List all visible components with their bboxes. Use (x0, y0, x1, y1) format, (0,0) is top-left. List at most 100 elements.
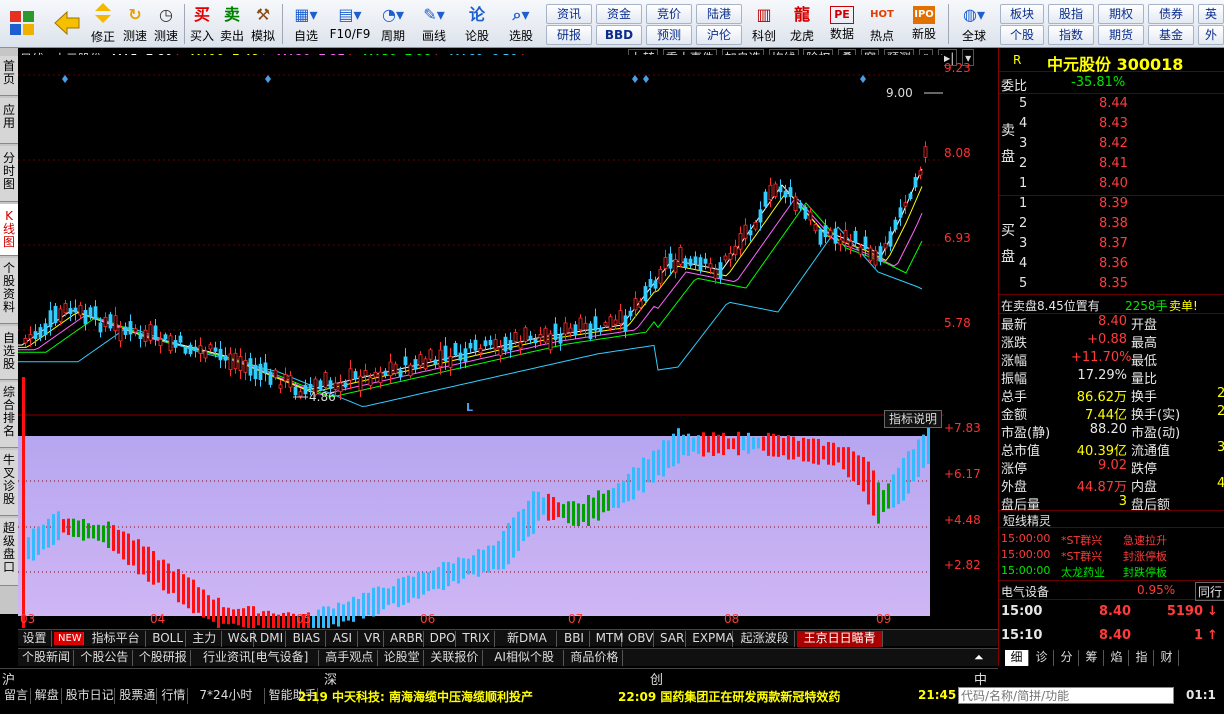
indicator-tab[interactable]: 新DMA (497, 631, 558, 647)
bankuai-button[interactable]: 板块 (1000, 4, 1044, 24)
lugang-button[interactable]: 陆港 (696, 4, 742, 24)
indicator-tab[interactable]: DPO (426, 631, 456, 647)
status-link[interactable]: 留言 (0, 688, 31, 704)
news-ticker[interactable]: 22:09 国药集团正在研发两款新冠特效药 (618, 688, 840, 705)
yanbao-button[interactable]: 研报 (546, 25, 592, 45)
detail-tab[interactable]: 财 (1155, 650, 1179, 666)
clock-button[interactable]: ◷ 测速 (152, 2, 180, 46)
shuju-button[interactable]: PE 数据 (824, 2, 860, 46)
status-link[interactable]: 解盘 (31, 688, 62, 704)
guzhi-button[interactable]: 股指 (1048, 4, 1094, 24)
zixuan-button[interactable]: ▦▾ 自选 (286, 2, 326, 46)
qihuo-button[interactable]: 期货 (1098, 25, 1144, 45)
indicator-tab[interactable]: 指标平台 (86, 631, 147, 647)
tab-super-panel[interactable]: 超级盘口 (0, 518, 18, 586)
kline-chart[interactable]: 9.00 4.86 L (18, 48, 944, 628)
yuce-button[interactable]: 预测 (646, 25, 692, 45)
kechuang-button[interactable]: ▥ 科创 (746, 2, 782, 46)
zijin-button[interactable]: 资金 (596, 4, 642, 24)
cesu-button[interactable]: ↻ 测速 (120, 2, 150, 46)
gegu-button[interactable]: 个股 (1000, 25, 1044, 45)
news-tab[interactable]: 个股公告 (76, 650, 133, 666)
collapse-icon[interactable]: ⏶ (974, 650, 984, 665)
hulun-button[interactable]: 沪伦 (696, 25, 742, 45)
detail-tab[interactable]: 筹 (1080, 650, 1104, 666)
buy-price[interactable]: 8.36 (1099, 256, 1128, 271)
indicator-explain-button[interactable]: 指标说明 (884, 410, 943, 428)
simulate-button[interactable]: ⚒ 模拟 (248, 2, 278, 46)
menu-button[interactable] (2, 2, 42, 46)
sell-price[interactable]: 8.40 (1099, 176, 1128, 191)
indicator-tab[interactable]: EXPMA (688, 631, 734, 647)
news-ticker[interactable]: 2:19 中天科技: 南海海缆中压海缆顺利投产 (298, 688, 533, 705)
wai-button[interactable]: 外 (1198, 25, 1224, 45)
indicator-tab[interactable]: SAR (656, 631, 687, 647)
draw-line-button[interactable]: ✎▾ 画线 (414, 2, 454, 46)
elf-stock[interactable]: *ST群兴 (1061, 548, 1102, 564)
indicator-tab[interactable]: BBI (559, 631, 590, 647)
xiuzheng-button[interactable]: 修正 (88, 2, 118, 46)
f10-button[interactable]: ▤▾ F10/F9 (328, 2, 372, 46)
indicator-tab[interactable]: ASI (328, 631, 358, 647)
xuangu-button[interactable]: ⌕▾ 选股 (500, 2, 542, 46)
detail-tab[interactable]: 分 (1055, 650, 1079, 666)
indicator-tab[interactable]: BOLL (148, 631, 186, 647)
quanqiu-button[interactable]: ◍▾ 全球 (952, 2, 996, 46)
indicator-tab[interactable]: W&R (224, 631, 257, 647)
back-button[interactable] (48, 2, 84, 46)
search-input[interactable] (958, 687, 1174, 704)
jingjia-button[interactable]: 竞价 (646, 4, 692, 24)
detail-tab[interactable]: 诊 (1030, 650, 1054, 666)
status-link[interactable]: 股票通 (115, 688, 158, 704)
ying-button[interactable]: 英 (1198, 4, 1224, 24)
buy-price[interactable]: 8.37 (1099, 236, 1128, 251)
indicator-tab[interactable]: MTM (592, 631, 624, 647)
jijin-button[interactable]: 基金 (1148, 25, 1194, 45)
buy-price[interactable]: 8.39 (1099, 196, 1128, 211)
indicator-tab[interactable]: NEW (54, 632, 85, 645)
news-tab[interactable]: 行业资讯[电气设备] (193, 650, 320, 666)
news-tab[interactable]: 论股堂 (380, 650, 425, 666)
redian-button[interactable]: HOT 热点 (864, 2, 900, 46)
news-tab[interactable]: 关联报价 (426, 650, 483, 666)
zixun-button[interactable]: 资讯 (546, 4, 592, 24)
tab-watchlist[interactable]: 自选股 (0, 326, 18, 380)
tab-apps[interactable]: 应用 (0, 98, 18, 144)
indicator-tab[interactable]: BIAS (288, 631, 326, 647)
detail-tab[interactable]: 指 (1130, 650, 1154, 666)
tab-profile[interactable]: 个股资料 (0, 258, 18, 324)
news-tab[interactable]: AI相似个股 (485, 650, 565, 666)
bbd-button[interactable]: BBD (596, 25, 642, 45)
sell-price[interactable]: 8.42 (1099, 136, 1128, 151)
sell-price[interactable]: 8.41 (1099, 156, 1128, 171)
indicator-tab[interactable]: DMI (256, 631, 287, 647)
news-tab[interactable]: 个股新闻 (18, 650, 75, 666)
tab-diagnosis[interactable]: 牛叉诊股 (0, 450, 18, 516)
lungu-button[interactable]: 论 论股 (458, 2, 496, 46)
elf-stock[interactable]: 太龙药业 (1061, 564, 1105, 580)
news-tab[interactable]: 商品价格 (566, 650, 623, 666)
tab-kline[interactable]: K线图 (0, 204, 18, 256)
sell-button[interactable]: 卖 卖出 (218, 2, 246, 46)
tab-home[interactable]: 首页 (0, 56, 18, 96)
status-link[interactable]: 7*24小时 (188, 688, 265, 704)
indicator-tab[interactable]: OBV (624, 631, 654, 647)
indicator-tab[interactable]: 主力 (188, 631, 222, 647)
buy-price[interactable]: 8.38 (1099, 216, 1128, 231)
indicator-tab[interactable]: TRIX (458, 631, 496, 647)
buy-button[interactable]: 买 买入 (188, 2, 216, 46)
status-link[interactable]: 行情 (157, 688, 189, 704)
indicator-tab[interactable]: 起涨波段 (735, 631, 796, 647)
zhaiquan-button[interactable]: 债券 (1148, 4, 1194, 24)
xingu-button[interactable]: IPO 新股 (904, 2, 944, 46)
status-link[interactable]: 股市日记 (62, 688, 116, 704)
longhu-button[interactable]: 龍 龙虎 (784, 2, 820, 46)
news-tab[interactable]: 高手观点 (321, 650, 378, 666)
indicator-tab[interactable]: ARBR (386, 631, 424, 647)
tab-timeshare[interactable]: 分时图 (0, 146, 18, 202)
indicator-tab[interactable]: 王京日日瞄青 (797, 631, 884, 647)
detail-tab[interactable]: 细 (1005, 650, 1029, 666)
indicator-tab[interactable]: VR (360, 631, 384, 647)
zhishu-button[interactable]: 指数 (1048, 25, 1094, 45)
detail-tab[interactable]: 焰 (1105, 650, 1129, 666)
